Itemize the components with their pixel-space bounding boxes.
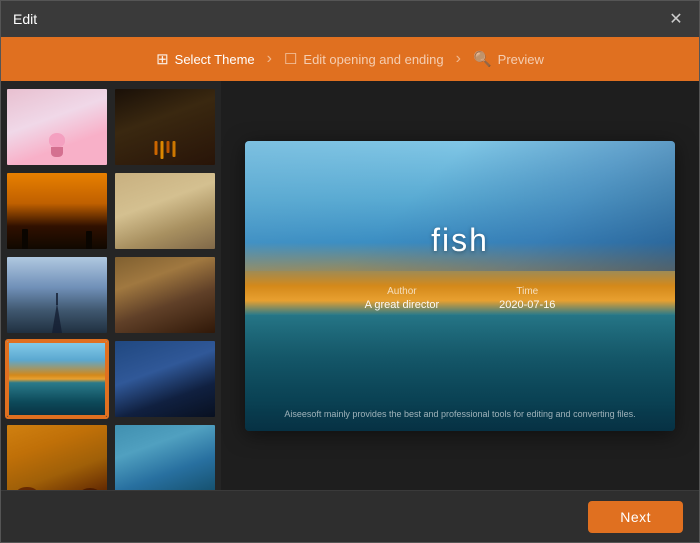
step-sep-1: ›: [267, 50, 272, 68]
preview-card: fish Author A great director Time 2020-0…: [245, 141, 675, 431]
theme-thumb-4[interactable]: [113, 171, 217, 251]
thumbnail-sidebar: ⬇ ⬇: [1, 81, 221, 490]
theme-thumb-6[interactable]: [113, 255, 217, 335]
time-value: 2020-07-16: [499, 299, 555, 311]
theme-thumb-3[interactable]: [5, 171, 109, 251]
theme-thumb-5[interactable]: [5, 255, 109, 335]
step-3-label: Preview: [498, 52, 544, 67]
theme-thumb-8[interactable]: [113, 339, 217, 419]
author-value: A great director: [365, 299, 440, 311]
preview-area: fish Author A great director Time 2020-0…: [221, 81, 699, 490]
thumbnail-grid: ⬇ ⬇: [1, 81, 221, 490]
preview-icon: 🔍: [473, 50, 492, 68]
time-label: Time: [516, 286, 538, 297]
step-1-label: Select Theme: [175, 52, 255, 67]
step-2[interactable]: ☐ Edit opening and ending: [284, 50, 444, 68]
edit-window: Edit ✕ ⊞ Select Theme › ☐ Edit opening a…: [0, 0, 700, 543]
theme-thumb-2[interactable]: [113, 87, 217, 167]
theme-thumb-9[interactable]: [5, 423, 109, 490]
step-sep-2: ›: [456, 50, 461, 68]
time-col: Time 2020-07-16: [499, 286, 555, 311]
window-title: Edit: [13, 11, 37, 27]
theme-icon: ⊞: [156, 50, 169, 68]
step-1[interactable]: ⊞ Select Theme: [156, 50, 255, 68]
preview-meta: Author A great director Time 2020-07-16: [365, 286, 556, 311]
preview-footer-text: Aiseesoft mainly provides the best and p…: [284, 409, 635, 419]
author-col: Author A great director: [365, 286, 440, 311]
edit-icon: ☐: [284, 50, 297, 68]
main-content: ⬇ ⬇ fish: [1, 81, 699, 490]
theme-thumb-7[interactable]: [5, 339, 109, 419]
theme-thumb-1[interactable]: [5, 87, 109, 167]
step-bar: ⊞ Select Theme › ☐ Edit opening and endi…: [1, 37, 699, 81]
theme-thumb-10[interactable]: [113, 423, 217, 490]
step-2-label: Edit opening and ending: [303, 52, 443, 67]
preview-title: fish: [431, 222, 489, 259]
close-button[interactable]: ✕: [665, 8, 687, 30]
next-button[interactable]: Next: [588, 501, 683, 533]
title-bar: Edit ✕: [1, 1, 699, 37]
step-3[interactable]: 🔍 Preview: [473, 50, 544, 68]
author-label: Author: [387, 286, 416, 297]
bottom-bar: Next: [1, 490, 699, 542]
